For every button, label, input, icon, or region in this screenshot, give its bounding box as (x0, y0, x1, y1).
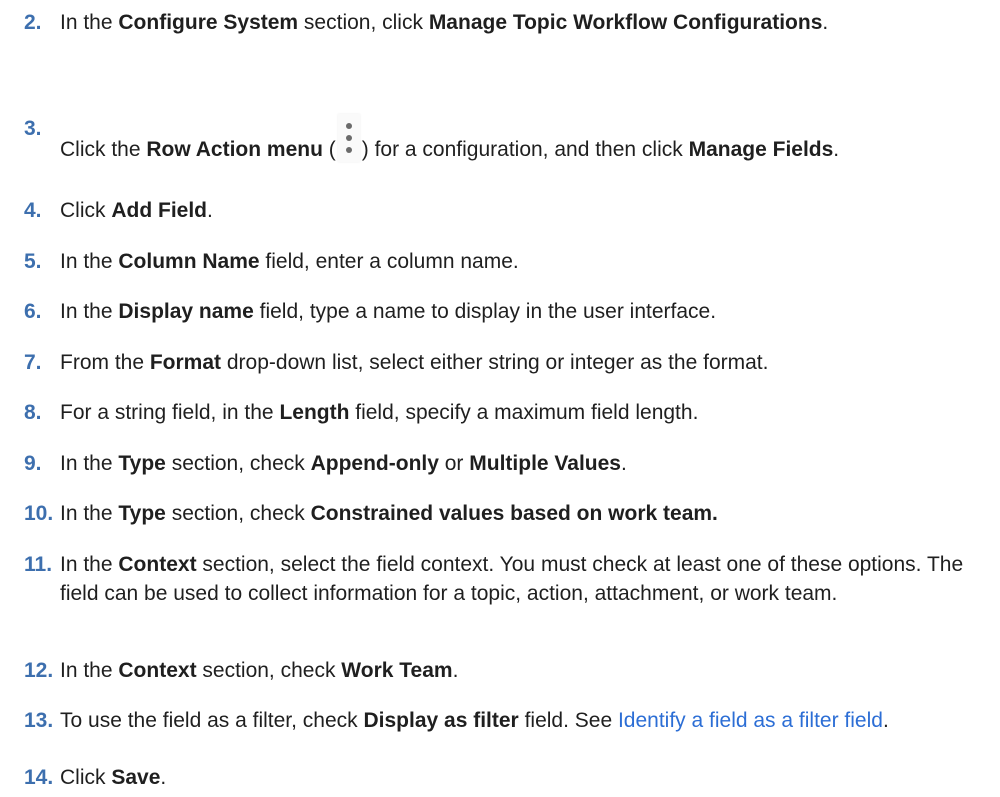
step-text-part: drop-down list, select either string or … (221, 351, 769, 374)
ui-term: Context (118, 659, 197, 682)
step-text-part: section, click (298, 11, 429, 34)
step-text-part: . (160, 766, 167, 789)
step-text-part: . (620, 452, 627, 475)
step-text: In the Column Name field, enter a column… (60, 247, 980, 276)
ui-term: Row Action menu (146, 138, 323, 161)
step-text: Click Add Field. (60, 196, 980, 225)
step-text-part: From the (60, 351, 150, 374)
step-text: To use the field as a filter, check Disp… (60, 706, 980, 735)
step-6: 6. In the Display name field, type a nam… (24, 297, 980, 326)
step-text-part: section, check (165, 502, 311, 525)
step-text-part: . (207, 199, 213, 222)
step-text: In the Configure System section, click M… (60, 8, 980, 37)
step-text: From the Format drop-down list, select e… (60, 348, 980, 377)
step-9: 9. In the Type section, check Append-onl… (24, 449, 980, 478)
step-12: 12. In the Context section, check Work T… (24, 656, 980, 685)
step-text-part: section, check (196, 659, 342, 682)
ui-term: Type (118, 502, 166, 525)
step-text-part: field, enter a column name. (259, 250, 519, 273)
ui-term: Format (149, 351, 222, 374)
step-text-part: field, type a name to display in the use… (253, 300, 717, 323)
step-4: 4. Click Add Field. (24, 196, 980, 225)
step-text-part: field. See (518, 709, 618, 732)
ui-term: Add Field (111, 199, 208, 222)
step-text-part: ) for a configuration, and then click (361, 138, 689, 161)
step-text: In the Context section, check Work Team. (60, 656, 980, 685)
ui-term: Column Name (118, 250, 260, 273)
step-number: 5. (24, 250, 42, 273)
step-text-part: In the (60, 300, 119, 323)
step-text-part: Click (60, 766, 112, 789)
step-text-part: . (822, 11, 829, 34)
step-text-part: In the (60, 452, 119, 475)
step-text-part: or (438, 452, 470, 475)
step-text-part: For a string field, in the (60, 401, 280, 424)
ui-term: Display as filter (363, 709, 519, 732)
step-text: Click the Row Action menu ( ) for a confi… (60, 114, 980, 164)
step-10: 10. In the Type section, check Constrain… (24, 499, 980, 528)
ui-term: Manage Topic Workflow Configurations (428, 11, 823, 34)
ui-term: Append-only (310, 452, 439, 475)
step-number: 9. (24, 452, 42, 475)
step-text-part: In the (60, 11, 119, 34)
step-text-part: . (452, 659, 459, 682)
step-text: In the Context section, select the field… (60, 550, 980, 608)
step-text-part: section, check (165, 452, 311, 475)
ui-term: Length (279, 401, 350, 424)
step-text: Click Save. (60, 763, 980, 792)
step-text: In the Type section, check Append-only o… (60, 449, 980, 478)
step-number: 10. (24, 502, 54, 525)
step-number: 14. (24, 766, 54, 789)
step-2: 2. In the Configure System section, clic… (24, 8, 980, 37)
step-number: 7. (24, 351, 42, 374)
step-number: 12. (24, 659, 54, 682)
step-text: In the Type section, check Constrained v… (60, 499, 980, 528)
procedure-steps: 2. In the Configure System section, clic… (0, 0, 1000, 797)
step-text-part: In the (60, 553, 119, 576)
ui-term: Multiple Values (469, 452, 621, 475)
step-3: 3. Click the Row Action menu ( ) for a co… (24, 114, 980, 164)
step-text-part: field, specify a maximum field length. (349, 401, 699, 424)
ui-term: Manage Fields (688, 138, 834, 161)
step-number: 8. (24, 401, 42, 424)
step-number: 4. (24, 199, 42, 222)
step-7: 7. From the Format drop-down list, selec… (24, 348, 980, 377)
step-text: In the Display name field, type a name t… (60, 297, 980, 326)
ui-term: Context (118, 553, 197, 576)
step-number: 11. (24, 553, 53, 576)
step-text-part: In the (60, 250, 119, 273)
step-text-part: Click the (60, 138, 147, 161)
kebab-menu-icon (337, 114, 360, 162)
step-text-part: . (833, 138, 840, 161)
ui-term: Display name (118, 300, 254, 323)
ui-term: Work Team (341, 659, 453, 682)
step-text: For a string field, in the Length field,… (60, 398, 980, 427)
step-11: 11. In the Context section, select the f… (24, 550, 980, 608)
ui-term: Constrained values based on work team. (310, 502, 718, 525)
step-8: 8. For a string field, in the Length fie… (24, 398, 980, 427)
step-text-part: To use the field as a filter, check (60, 709, 364, 732)
step-text-part: ( (322, 138, 336, 161)
step-14: 14. Click Save. (24, 763, 980, 792)
ui-term: Configure System (118, 11, 299, 34)
step-number: 2. (24, 11, 42, 34)
ui-term: Save (111, 766, 161, 789)
step-number: 3. (24, 117, 42, 140)
step-text-part: In the (60, 502, 119, 525)
step-text-part: In the (60, 659, 119, 682)
step-number: 13. (24, 709, 54, 732)
ui-term: Type (118, 452, 166, 475)
step-text-part: Click (60, 199, 112, 222)
identify-filter-field-link[interactable]: Identify a field as a filter field (618, 709, 883, 732)
step-text-part: . (882, 709, 889, 732)
step-5: 5. In the Column Name field, enter a col… (24, 247, 980, 276)
step-number: 6. (24, 300, 42, 323)
step-13: 13. To use the field as a filter, check … (24, 706, 980, 735)
